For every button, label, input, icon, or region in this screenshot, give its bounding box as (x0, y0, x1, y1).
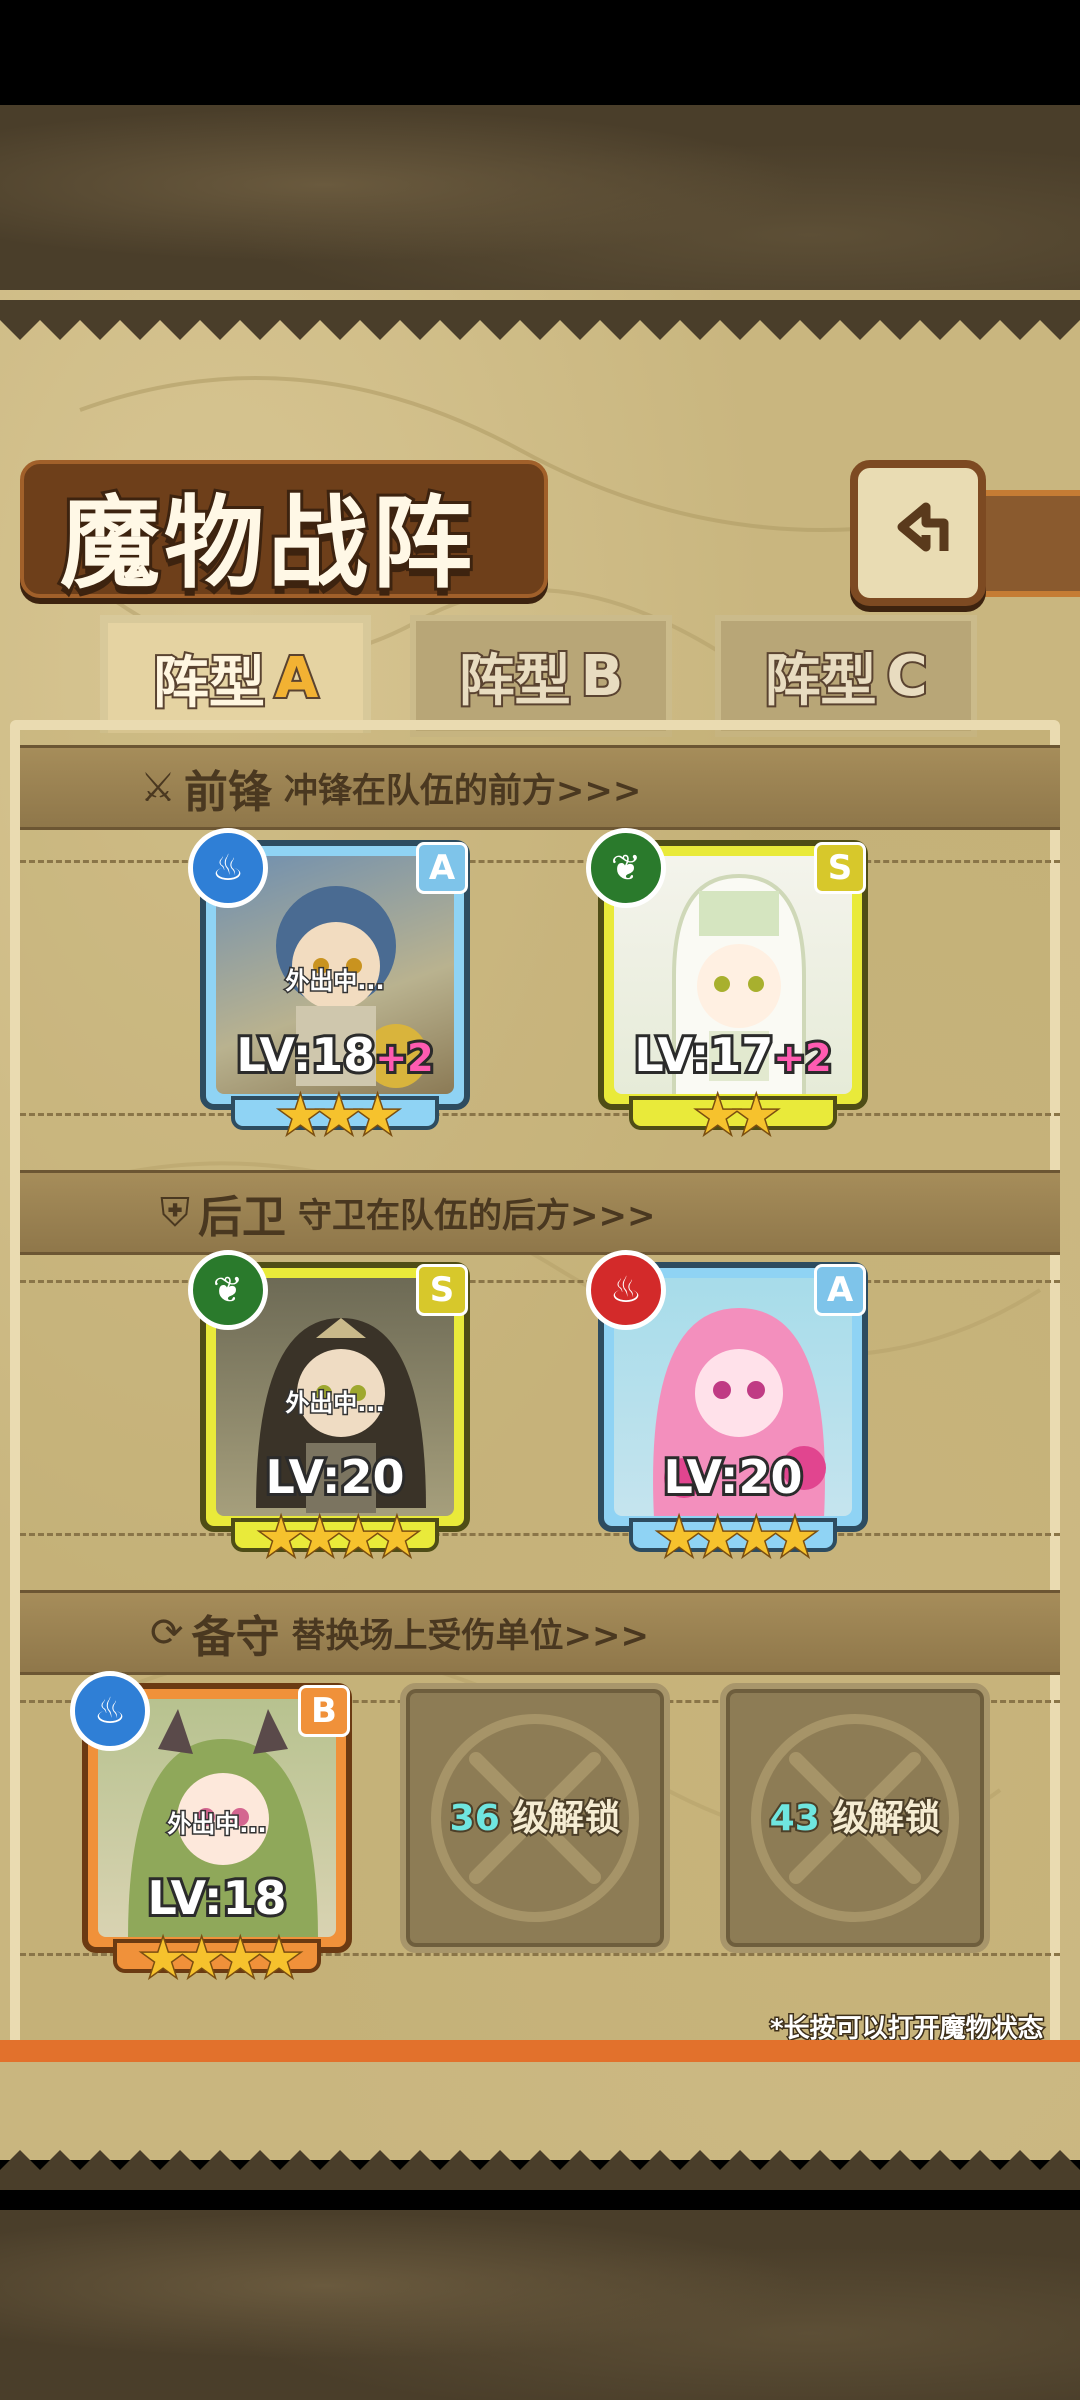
locked-slot-2[interactable]: 43 级解锁 (720, 1683, 990, 1953)
rank-badge: A (416, 842, 468, 894)
panel-bottom-trim (0, 2040, 1080, 2062)
rank-badge: B (298, 1685, 350, 1737)
water-icon: ♨ (188, 828, 268, 908)
status-bar (0, 0, 1080, 105)
unlock-label: 43 级解锁 (768, 1796, 943, 1841)
page-title: 魔物战阵 (57, 481, 476, 605)
star-rating: ★★★ (276, 1085, 403, 1148)
star-rating: ★★★★ (654, 1507, 819, 1570)
monster-card-rear-1[interactable]: ❦ S 外出中... LV:20 ★★★★ (188, 1250, 470, 1570)
star-rating: ★★★★ (256, 1507, 421, 1570)
section-rear-header: ⛨ 后卫 守卫在队伍的后方>>> (20, 1170, 1060, 1255)
back-arrow-icon (897, 502, 949, 552)
level-label: LV:18+2 (233, 1025, 436, 1085)
map-band-top (0, 105, 1080, 305)
locked-slot-1[interactable]: 36 级解锁 (400, 1683, 670, 1953)
front-row (20, 860, 1060, 1116)
level-label: LV:18 (145, 1868, 290, 1928)
monster-card-front-1[interactable]: ♨ A 外出中... LV:18+2 ★★★ (188, 828, 470, 1148)
section-reserve-header: ⟳ 备守 替换场上受伤单位>>> (20, 1590, 1060, 1675)
level-label: LV:20 (263, 1447, 408, 1507)
level-label: LV:20 (661, 1447, 806, 1507)
star-rating: ★★ (693, 1085, 781, 1148)
status-label: 外出中... (284, 1388, 386, 1419)
zigzag-top-edge (0, 300, 1080, 340)
status-label: 外出中... (284, 966, 386, 997)
flame-icon: ♨ (586, 1250, 666, 1330)
tab-formation-b[interactable]: 阵型 B (410, 615, 672, 737)
rank-badge: S (814, 842, 866, 894)
water-icon: ♨ (70, 1671, 150, 1751)
unlock-label: 36 级解锁 (448, 1796, 623, 1841)
tab-formation-a[interactable]: 阵型 A (100, 615, 371, 733)
rank-badge: S (416, 1264, 468, 1316)
tab-formation-c[interactable]: 阵型 C (715, 615, 977, 737)
status-label: 外出中... (166, 1809, 268, 1840)
level-label: LV:17+2 (631, 1025, 834, 1085)
section-front-header: ⚔ 前锋 冲锋在队伍的前方>>> (20, 745, 1060, 830)
leaf-icon: ❦ (586, 828, 666, 908)
star-rating: ★★★★ (138, 1928, 303, 1991)
leaf-icon: ❦ (188, 1250, 268, 1330)
map-band-bottom (0, 2210, 1080, 2400)
shield-icon: ⛨ (160, 1189, 190, 1236)
back-button[interactable] (850, 460, 986, 606)
monster-card-rear-2[interactable]: ♨ A LV:20 ★★★★ (586, 1250, 868, 1570)
monster-card-front-2[interactable]: ❦ S LV:17+2 ★★ (586, 828, 868, 1148)
monster-card-reserve-1[interactable]: ♨ B 外出中... LV:18 ★★★★ (70, 1671, 352, 1991)
swap-icon: ⟳ (150, 1609, 184, 1656)
sword-icon: ⚔ (140, 764, 176, 811)
rear-row (20, 1280, 1060, 1536)
rank-badge: A (814, 1264, 866, 1316)
zigzag-bottom-edge (0, 2150, 1080, 2190)
